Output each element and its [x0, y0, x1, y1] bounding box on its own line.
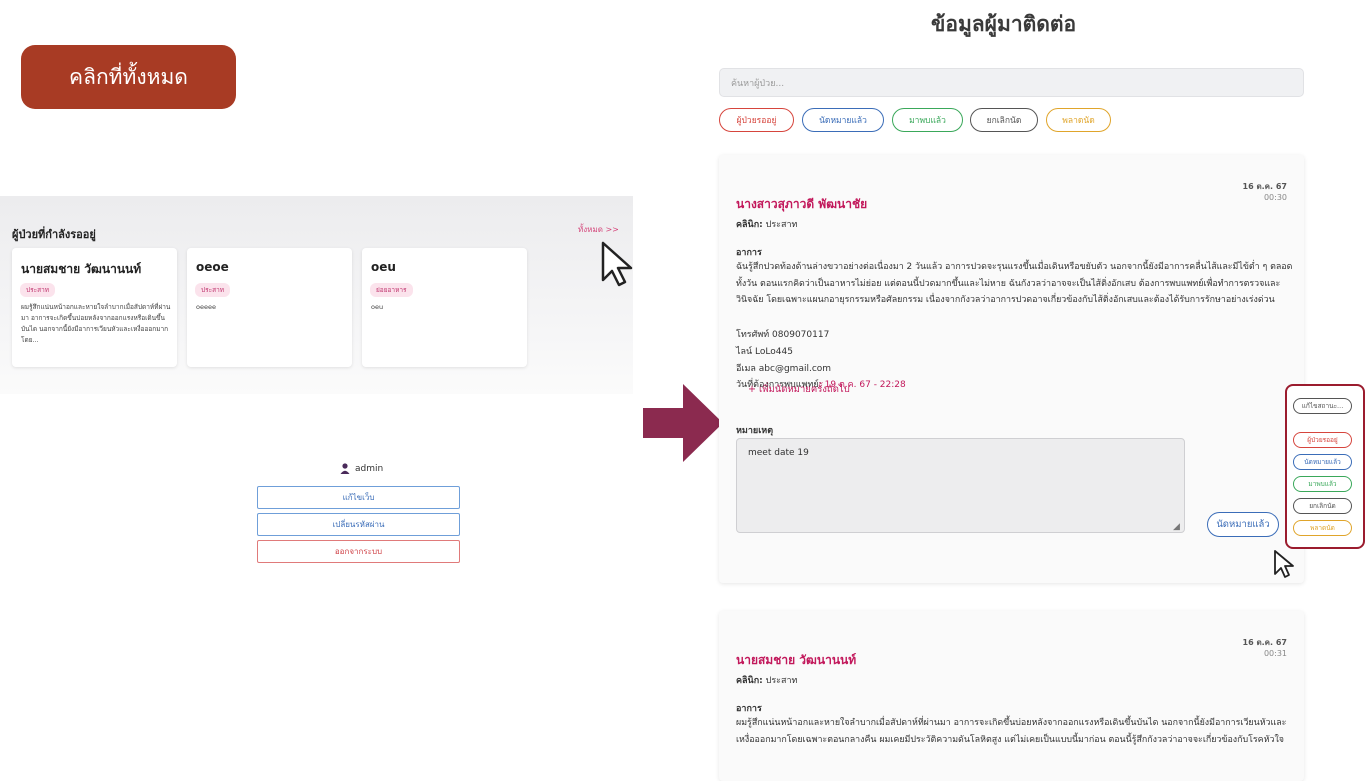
- resize-handle-icon[interactable]: ◢: [1173, 522, 1180, 532]
- patient-name: นายสมชาย วัฒนานนท์: [21, 262, 142, 276]
- status-option-arrived[interactable]: มาพบแล้ว: [1293, 476, 1352, 492]
- waiting-patient-card[interactable]: oeu ย่อยอาหาร oeu: [362, 248, 527, 367]
- clinic-label: คลินิก:: [736, 220, 763, 230]
- patient-symptom-preview: oeu: [371, 303, 384, 311]
- clinic-value: ประสาท: [765, 676, 798, 686]
- clinic-row: คลินิก: ประสาท: [736, 217, 798, 231]
- user-icon: [340, 463, 350, 474]
- clinic-label: คลินิก:: [736, 676, 763, 686]
- patient-symptom-preview: ผมรู้สึกแน่นหน้าอกและหายใจลำบากเมื่อสัปด…: [21, 303, 171, 344]
- status-option-appointed[interactable]: นัดหมายแล้ว: [1293, 454, 1352, 470]
- edit-status-option[interactable]: แก้ไขสถานะ...: [1293, 398, 1352, 414]
- patient-name: นางสาวสุภาวดี พัฒนาชัย: [736, 197, 868, 211]
- patient-name: นายสมชาย วัฒนานนท์: [736, 653, 857, 667]
- page-title: ข้อมูลผู้มาติดต่อ: [931, 12, 1077, 36]
- filter-appointed[interactable]: นัดหมายแล้ว: [802, 108, 884, 132]
- mouse-pointer-icon: [601, 241, 633, 287]
- contact-time: 00:30: [1263, 193, 1287, 202]
- edit-web-button[interactable]: แก้ไขเว็บ: [257, 486, 460, 509]
- filter-arrived[interactable]: มาพบแล้ว: [892, 108, 963, 132]
- admin-user: admin: [340, 463, 383, 474]
- see-all-link[interactable]: ทั้งหมด >>: [578, 223, 619, 236]
- symptom-text: ฉันรู้สึกปวดท้องด้านล่างขวาอย่างต่อเนื่อ…: [736, 262, 1293, 305]
- contact-card: 16 ต.ค. 67 00:30 นางสาวสุภาวดี พัฒนาชัย …: [719, 155, 1304, 583]
- waiting-patients-title: ผู้ป่วยที่กำลังรออยู่: [12, 228, 96, 241]
- status-option-missed[interactable]: พลาดนัด: [1293, 520, 1352, 536]
- note-textarea[interactable]: meet date 19: [736, 438, 1185, 533]
- filter-missed[interactable]: พลาดนัด: [1046, 108, 1111, 132]
- symptom-heading: อาการ: [736, 704, 762, 714]
- status-dropdown: แก้ไขสถานะ... ผู้ป่วยรออยู่ นัดหมายแล้ว …: [1285, 384, 1365, 549]
- email-text: อีเมล abc@gmail.com: [736, 364, 832, 374]
- symptom-text: ผมรู้สึกแน่นหน้าอกและหายใจลำบากเมื่อสัปด…: [736, 718, 1287, 745]
- patient-symptom-preview: oeeee: [196, 303, 216, 311]
- note-heading: หมายเหตุ: [736, 426, 774, 436]
- symptom-heading: อาการ: [736, 248, 762, 258]
- line-text: ไลน์ LoLo445: [736, 347, 793, 357]
- clinic-tag: ย่อยอาหาร: [370, 283, 413, 297]
- search-input[interactable]: ค้นหาผู้ป่วย...: [719, 68, 1304, 97]
- clinic-tag: ประสาท: [20, 283, 56, 297]
- right-arrow-icon: [643, 384, 723, 462]
- filter-waiting[interactable]: ผู้ป่วยรออยู่: [719, 108, 794, 132]
- status-option-cancelled[interactable]: ยกเลิกนัด: [1293, 498, 1352, 514]
- clinic-tag: ประสาท: [195, 283, 231, 297]
- contact-date: 16 ต.ค. 67: [1242, 182, 1287, 191]
- logout-button[interactable]: ออกจากระบบ: [257, 540, 460, 563]
- click-all-banner: คลิกที่ทั้งหมด: [21, 45, 236, 109]
- phone-text: โทรศัพท์ 0809070117: [736, 330, 830, 340]
- clinic-row: คลินิก: ประสาท: [736, 673, 798, 687]
- filter-cancelled[interactable]: ยกเลิกนัด: [970, 108, 1038, 132]
- contact-time: 00:31: [1263, 649, 1287, 658]
- mouse-pointer-icon: [1274, 550, 1294, 578]
- patient-name: oeu: [371, 260, 396, 274]
- add-next-appointment-link[interactable]: + เพิ่มนัดหมายครั้งถัดไป: [748, 382, 850, 397]
- patient-name: oeoe: [196, 260, 229, 274]
- status-option-waiting[interactable]: ผู้ป่วยรออยู่: [1293, 432, 1352, 448]
- waiting-patient-card[interactable]: นายสมชาย วัฒนานนท์ ประสาท ผมรู้สึกแน่นหน…: [12, 248, 177, 367]
- status-button[interactable]: นัดหมายแล้ว: [1207, 512, 1279, 537]
- contact-card: 16 ต.ค. 67 00:31 นายสมชาย วัฒนานนท์ คลิน…: [719, 611, 1304, 781]
- admin-username: admin: [355, 463, 384, 474]
- contact-date: 16 ต.ค. 67: [1242, 638, 1287, 647]
- clinic-value: ประสาท: [765, 220, 798, 230]
- change-password-button[interactable]: เปลี่ยนรหัสผ่าน: [257, 513, 460, 536]
- waiting-patient-card[interactable]: oeoe ประสาท oeeee: [187, 248, 352, 367]
